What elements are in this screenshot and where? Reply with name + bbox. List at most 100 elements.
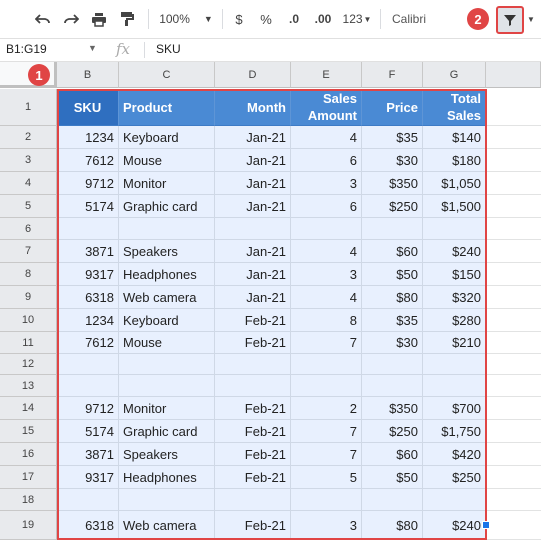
row-header-7[interactable]: 7 [0,240,57,263]
empty-cell[interactable] [486,240,541,263]
table-header-cell[interactable]: Sales Amount [291,89,362,126]
table-cell[interactable]: Feb-21 [215,511,291,540]
table-cell[interactable] [215,375,291,397]
column-header-c[interactable]: C [119,62,215,88]
row-header-15[interactable]: 15 [0,420,57,443]
table-cell[interactable]: 9712 [57,172,119,195]
table-cell[interactable] [57,489,119,511]
column-header-e[interactable]: E [291,62,362,88]
table-cell[interactable]: $700 [423,397,486,420]
table-cell[interactable]: $80 [362,286,423,309]
table-cell[interactable]: Monitor [119,172,215,195]
row-header-1[interactable]: 1 [0,89,57,126]
table-cell[interactable]: 5174 [57,420,119,443]
table-cell[interactable]: Feb-21 [215,443,291,466]
table-cell[interactable] [423,489,486,511]
table-cell[interactable]: Mouse [119,149,215,172]
table-cell[interactable]: 4 [291,126,362,149]
table-cell[interactable]: 7 [291,443,362,466]
row-header-2[interactable]: 2 [0,126,57,149]
table-cell[interactable]: $240 [423,240,486,263]
table-cell[interactable]: Feb-21 [215,420,291,443]
table-cell[interactable]: 8 [291,309,362,332]
table-header-cell[interactable]: Price [362,89,423,126]
table-cell[interactable] [215,489,291,511]
table-cell[interactable]: 3871 [57,240,119,263]
decrease-decimal-button[interactable]: .0 [282,8,306,30]
table-cell[interactable]: 6318 [57,511,119,540]
redo-icon[interactable] [60,8,82,30]
font-select[interactable]: Calibri [392,8,438,30]
table-cell[interactable] [423,218,486,240]
table-cell[interactable] [119,489,215,511]
table-cell[interactable]: Feb-21 [215,332,291,354]
table-cell[interactable]: Jan-21 [215,172,291,195]
create-filter-button[interactable] [496,6,524,34]
table-cell[interactable] [291,354,362,375]
column-header-h[interactable] [486,62,541,88]
table-cell[interactable] [119,375,215,397]
formula-input[interactable]: SKU [156,42,181,56]
table-cell[interactable]: 5174 [57,195,119,218]
table-cell[interactable] [119,354,215,375]
table-cell[interactable]: 3 [291,263,362,286]
table-cell[interactable]: 1234 [57,309,119,332]
paint-format-icon[interactable] [116,8,138,30]
table-cell[interactable]: $50 [362,466,423,489]
row-header-5[interactable]: 5 [0,195,57,218]
table-header-cell[interactable]: SKU [57,89,119,126]
table-cell[interactable]: 4 [291,286,362,309]
empty-cell[interactable] [486,126,541,149]
table-cell[interactable]: 3871 [57,443,119,466]
table-cell[interactable] [423,354,486,375]
table-cell[interactable] [362,489,423,511]
table-cell[interactable]: $320 [423,286,486,309]
table-cell[interactable]: Headphones [119,466,215,489]
table-cell[interactable]: Jan-21 [215,149,291,172]
table-cell[interactable]: 1234 [57,126,119,149]
table-cell[interactable]: $80 [362,511,423,540]
table-cell[interactable]: $1,750 [423,420,486,443]
table-cell[interactable]: $30 [362,149,423,172]
empty-cell[interactable] [486,332,541,354]
row-header-8[interactable]: 8 [0,263,57,286]
table-cell[interactable]: $250 [362,420,423,443]
table-cell[interactable]: Jan-21 [215,126,291,149]
table-cell[interactable]: Keyboard [119,126,215,149]
empty-cell[interactable] [486,172,541,195]
table-cell[interactable]: $60 [362,240,423,263]
print-icon[interactable] [88,8,110,30]
table-cell[interactable] [362,218,423,240]
table-cell[interactable]: Graphic card [119,420,215,443]
table-cell[interactable] [362,375,423,397]
table-cell[interactable]: Graphic card [119,195,215,218]
table-cell[interactable] [291,489,362,511]
table-cell[interactable] [291,218,362,240]
table-cell[interactable]: Jan-21 [215,195,291,218]
table-cell[interactable]: Keyboard [119,309,215,332]
empty-cell[interactable] [486,263,541,286]
table-cell[interactable]: 7 [291,332,362,354]
column-header-b[interactable]: B [57,62,119,88]
table-cell[interactable]: 4 [291,240,362,263]
row-header-3[interactable]: 3 [0,149,57,172]
table-cell[interactable]: $250 [423,466,486,489]
table-cell[interactable]: Speakers [119,443,215,466]
empty-cell[interactable] [486,489,541,511]
fill-handle[interactable] [482,521,490,529]
table-cell[interactable]: Jan-21 [215,286,291,309]
empty-cell[interactable] [486,218,541,240]
column-header-f[interactable]: F [362,62,423,88]
table-cell[interactable]: $50 [362,263,423,286]
row-header-16[interactable]: 16 [0,443,57,466]
table-cell[interactable]: Jan-21 [215,240,291,263]
filter-options-dropdown[interactable]: ▼ [525,8,537,30]
table-cell[interactable]: Feb-21 [215,466,291,489]
empty-cell[interactable] [486,286,541,309]
table-cell[interactable]: $35 [362,309,423,332]
row-header-13[interactable]: 13 [0,375,57,397]
table-cell[interactable] [423,375,486,397]
table-cell[interactable]: 6 [291,149,362,172]
column-header-d[interactable]: D [215,62,291,88]
row-header-4[interactable]: 4 [0,172,57,195]
